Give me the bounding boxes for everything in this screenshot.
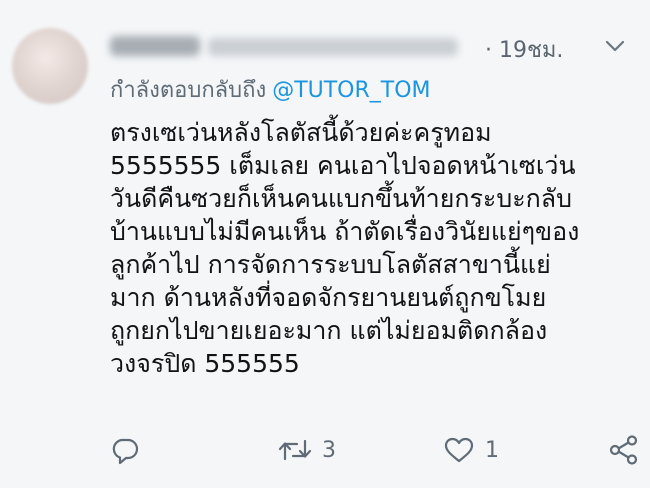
retweet-count: 3 [322,437,336,463]
heart-icon [444,437,474,463]
replying-to-label: กำลังตอบกลับถึง [110,78,267,103]
author-handle-blurred[interactable] [208,38,458,56]
chevron-down-icon[interactable] [604,38,626,54]
tweet-text-line: วงจรปิด 555555 [110,349,300,378]
retweet-arrows-icon [278,439,312,461]
like-button[interactable]: 1 [443,430,499,470]
tweet-text-line: ถูกยกไปขายเยอะมาก แต่ไม่ยอมติดกล้อง [110,316,548,345]
author-name-blurred[interactable] [110,36,200,56]
reply-mention-link[interactable]: @TUTOR_TOM [272,78,430,103]
tweet-text-line: บ้านแบบไม่มีคนเห็น ถ้าตัดเรื่องวินัยแย่ๆ… [110,217,580,246]
reply-button[interactable] [110,430,140,470]
tweet-text-line: วันดีคืนซวยก็เห็นคนแบกขึ้นท้ายกระบะกลับ [110,184,572,213]
tweet-text-line: มาก ด้านหลังที่จอดจักรยานยนต์ถูกขโมย [110,283,547,312]
tweet-text-line: ลูกค้าไป การจัดการระบบโลตัสสาขานี้แย่ [110,250,551,279]
tweet-actions: 3 1 [110,430,645,470]
share-icon [609,435,638,465]
tweet-timestamp[interactable]: · 19ชม. [485,32,563,67]
tweet-card: · 19ชม. กำลังตอบกลับถึง @TUTOR_TOM ตรงเซเ… [0,0,650,488]
replying-to: กำลังตอบกลับถึง @TUTOR_TOM [110,72,431,107]
tweet-text-line: ตรงเซเว่นหลังโลตัสนี้ด้วยค่ะครูทอม [110,118,492,147]
like-count: 1 [485,437,499,463]
share-button[interactable] [608,430,640,470]
comment-bubble-icon [112,438,139,465]
tweet-text-line: 5555555 เต็มเลย คนเอาไปจอดหน้าเซเว่น [110,151,576,180]
retweet-button[interactable]: 3 [278,430,336,470]
tweet-header: · 19ชม. [110,30,640,64]
avatar[interactable] [12,28,88,104]
tweet-text: ตรงเซเว่นหลังโลตัสนี้ด้วยค่ะครูทอม 55555… [110,116,640,380]
